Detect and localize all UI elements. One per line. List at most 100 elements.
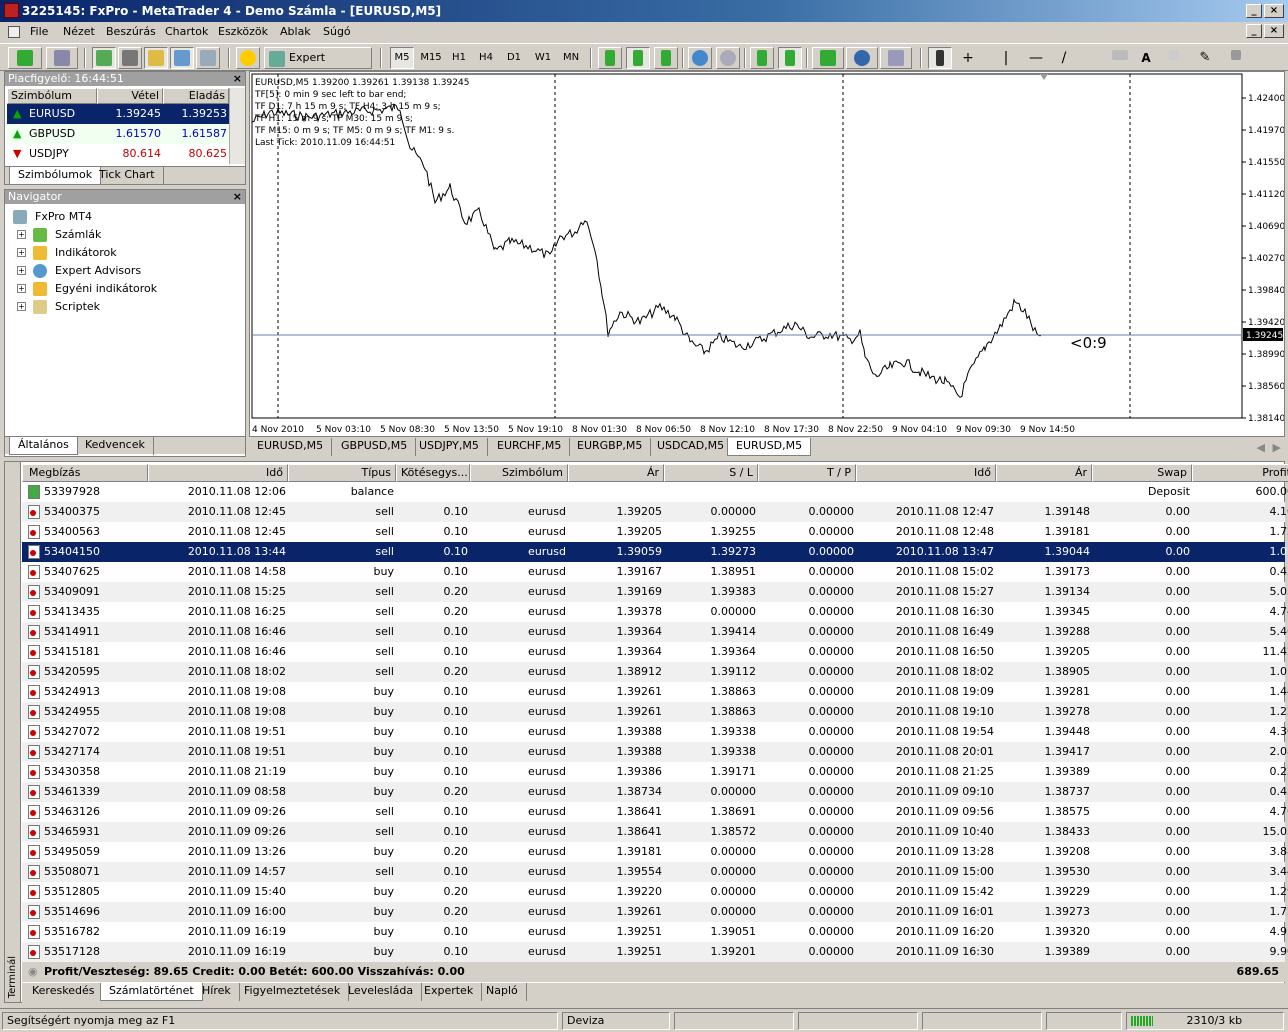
- nav-root[interactable]: FxPro MT4: [13, 208, 92, 226]
- chart-window[interactable]: 1.42400 1.41970 1.41550 1.41120 1.40690 1.402…: [249, 71, 1285, 437]
- table-row[interactable]: 53424955 2010.11.08 19:08 buy 0.10 eurusd 1.3…: [22, 702, 1288, 722]
- expand-icon[interactable]: +: [17, 248, 26, 257]
- text-button[interactable]: A: [1136, 47, 1156, 69]
- tf-h1[interactable]: H1: [447, 47, 471, 69]
- tab-mailbox[interactable]: Levelesláda: [340, 983, 423, 1001]
- objects-button[interactable]: [1222, 47, 1250, 69]
- menu-charts[interactable]: Chartok: [165, 25, 208, 38]
- new-chart-button[interactable]: [8, 47, 42, 69]
- col-open-time[interactable]: Idő: [148, 464, 288, 482]
- table-row[interactable]: 53517128 2010.11.09 16:19 buy 0.10 eurusd 1.3…: [22, 942, 1288, 962]
- table-row[interactable]: 53514696 2010.11.09 16:00 buy 0.20 eurusd 1.3…: [22, 902, 1288, 922]
- chart-tab[interactable]: USDCAD,M5: [649, 438, 734, 456]
- col-bid[interactable]: Vétel: [97, 88, 163, 104]
- child-minimize-button[interactable]: _: [1246, 24, 1262, 38]
- table-row[interactable]: 53413435 2010.11.08 16:25 sell 0.20 eurusd 1.…: [22, 602, 1288, 622]
- tf-m15[interactable]: M15: [418, 47, 444, 69]
- table-row[interactable]: 53512805 2010.11.09 15:40 buy 0.20 eurusd 1.3…: [22, 882, 1288, 902]
- zoom-out-button[interactable]: [716, 47, 740, 69]
- expert-advisors-button[interactable]: Expert Advisors: [264, 47, 372, 84]
- col-open-price[interactable]: Ár: [568, 464, 664, 482]
- menu-tools[interactable]: Eszközök: [218, 25, 268, 38]
- col-type[interactable]: Típus: [288, 464, 396, 482]
- chart-tab[interactable]: USDJPY,M5: [411, 438, 488, 456]
- table-row[interactable]: 53415181 2010.11.08 16:46 sell 0.10 eurusd 1.…: [22, 642, 1288, 662]
- table-row[interactable]: 53427174 2010.11.08 19:51 buy 0.10 eurusd 1.3…: [22, 742, 1288, 762]
- expand-icon[interactable]: +: [17, 284, 26, 293]
- tab-trade[interactable]: Kereskedés: [24, 983, 104, 1001]
- col-swap[interactable]: Swap: [1092, 464, 1192, 482]
- table-row[interactable]: 53495059 2010.11.09 13:26 buy 0.20 eurusd 1.3…: [22, 842, 1288, 862]
- close-button[interactable]: ×: [1264, 4, 1284, 18]
- table-row[interactable]: 53430358 2010.11.08 21:19 buy 0.10 eurusd 1.3…: [22, 762, 1288, 782]
- tab-scroll-right-icon[interactable]: ▶: [1273, 441, 1281, 454]
- chart-shift-button[interactable]: [778, 47, 802, 69]
- data-window-button[interactable]: [118, 47, 142, 69]
- cursor-button[interactable]: [928, 47, 952, 69]
- table-row[interactable]: 53407625 2010.11.08 14:58 buy 0.10 eurusd 1.3…: [22, 562, 1288, 582]
- tester-button[interactable]: [196, 47, 220, 69]
- tab-scroll-left-icon[interactable]: ◀: [1257, 441, 1265, 454]
- autoscroll-button[interactable]: [750, 47, 774, 69]
- table-row[interactable]: 53404150 2010.11.08 13:44 sell 0.10 eurusd 1.…: [22, 542, 1288, 562]
- tf-m5[interactable]: M5: [390, 47, 414, 69]
- tf-h4[interactable]: H4: [474, 47, 498, 69]
- col-profit[interactable]: Profit: [1192, 464, 1288, 482]
- nav-expert-advisors[interactable]: + Expert Advisors: [17, 262, 141, 280]
- fibo-button[interactable]: [1108, 47, 1132, 69]
- col-lots[interactable]: Kötésegys...: [396, 464, 470, 482]
- tab-alerts[interactable]: Figyelmeztetések: [236, 983, 350, 1001]
- table-row[interactable]: 53414911 2010.11.08 16:46 sell 0.10 eurusd 1.…: [22, 622, 1288, 642]
- close-icon[interactable]: ×: [233, 72, 242, 86]
- menu-help[interactable]: Súgó: [323, 25, 351, 38]
- col-ask[interactable]: Eladás: [163, 88, 229, 104]
- tf-w1[interactable]: W1: [530, 47, 556, 69]
- indicators-button[interactable]: [812, 47, 844, 69]
- crosshair-button[interactable]: +: [956, 47, 980, 69]
- table-row[interactable]: 53465931 2010.11.09 09:26 sell 0.10 eurusd 1.…: [22, 822, 1288, 842]
- hline-button[interactable]: —: [1024, 47, 1048, 69]
- chart-tab[interactable]: GBPUSD,M5: [333, 438, 417, 456]
- tab-tick-chart[interactable]: Tick Chart: [91, 167, 164, 185]
- connection-status[interactable]: 2310/3 kb: [1126, 1012, 1284, 1030]
- table-row[interactable]: 53427072 2010.11.08 19:51 buy 0.10 eurusd 1.3…: [22, 722, 1288, 742]
- tab-journal[interactable]: Napló: [478, 983, 527, 1001]
- arrows-button[interactable]: ✎: [1194, 47, 1216, 69]
- col-close-price[interactable]: Ár: [996, 464, 1092, 482]
- menu-view[interactable]: Nézet: [63, 25, 95, 38]
- tab-general[interactable]: Általános: [9, 437, 78, 455]
- child-close-button[interactable]: ×: [1264, 24, 1284, 38]
- table-row[interactable]: 53424913 2010.11.08 19:08 buy 0.10 eurusd 1.3…: [22, 682, 1288, 702]
- tab-favorites[interactable]: Kedvencek: [77, 437, 154, 455]
- trendline-button[interactable]: /: [1052, 47, 1076, 69]
- tab-experts[interactable]: Expertek: [416, 983, 483, 1001]
- terminal-button[interactable]: [170, 47, 194, 69]
- table-row[interactable]: 53420595 2010.11.08 18:02 sell 0.20 eurusd 1.…: [22, 662, 1288, 682]
- table-row[interactable]: 53461339 2010.11.09 08:58 buy 0.20 eurusd 1.3…: [22, 782, 1288, 802]
- tf-d1[interactable]: D1: [502, 47, 526, 69]
- menu-insert[interactable]: Beszúrás: [106, 25, 156, 38]
- market-row[interactable]: ▲ EURUSD 1.39245 1.39253: [7, 104, 229, 124]
- market-row[interactable]: ▼ USDJPY 80.614 80.625: [7, 144, 229, 164]
- col-ticket[interactable]: Megbízás: [22, 464, 148, 482]
- chart-tab[interactable]: EURGBP,M5: [569, 438, 652, 456]
- vline-button[interactable]: |: [996, 47, 1016, 69]
- candle-chart-button[interactable]: [626, 47, 650, 69]
- table-row[interactable]: 53516782 2010.11.09 16:19 buy 0.10 eurusd 1.3…: [22, 922, 1288, 942]
- nav-custom-indicators[interactable]: + Egyéni indikátorok: [17, 280, 157, 298]
- chart-tab[interactable]: EURCHF,M5: [489, 438, 571, 456]
- table-row[interactable]: 53409091 2010.11.08 15:25 sell 0.20 eurusd 1.…: [22, 582, 1288, 602]
- zoom-in-button[interactable]: [688, 47, 712, 69]
- tab-news[interactable]: Hírek: [194, 983, 240, 1001]
- label-button[interactable]: [1164, 47, 1184, 69]
- menu-window[interactable]: Ablak: [280, 25, 311, 38]
- table-row[interactable]: 53400375 2010.11.08 12:45 sell 0.10 eurusd 1.…: [22, 502, 1288, 522]
- chart-tab[interactable]: EURUSD,M5: [249, 438, 333, 456]
- tab-account-history[interactable]: Számlatörténet: [100, 983, 203, 1001]
- table-row[interactable]: 53400563 2010.11.08 12:45 sell 0.10 eurusd 1.…: [22, 522, 1288, 542]
- table-row[interactable]: 53508071 2010.11.09 14:57 sell 0.10 eurusd 1.…: [22, 862, 1288, 882]
- expand-icon[interactable]: +: [17, 302, 26, 311]
- market-watch-button[interactable]: [92, 47, 116, 69]
- table-row[interactable]: 53463126 2010.11.09 09:26 sell 0.10 eurusd 1.…: [22, 802, 1288, 822]
- col-close-time[interactable]: Idő: [856, 464, 996, 482]
